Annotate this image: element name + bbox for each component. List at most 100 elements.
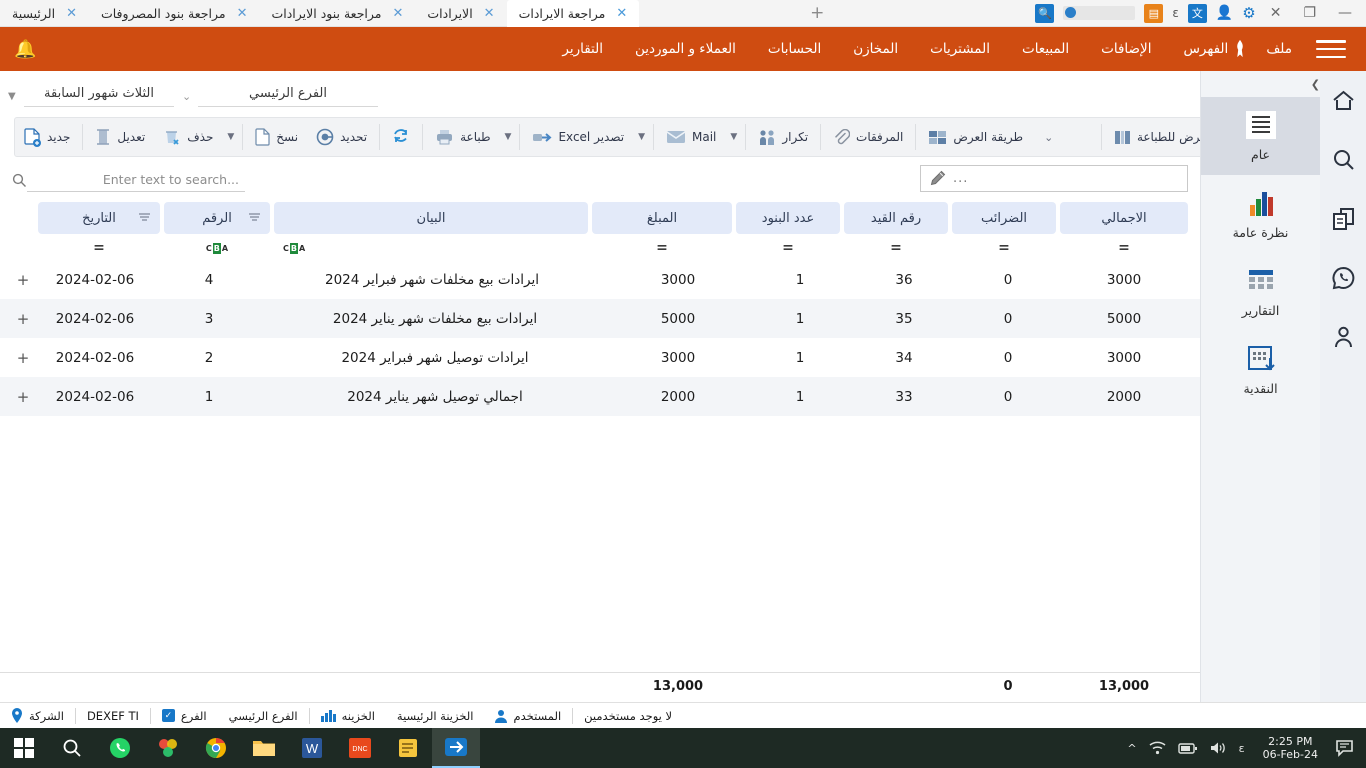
filter-icon[interactable] <box>249 213 260 222</box>
row-expander[interactable]: + <box>12 271 34 289</box>
copy-button[interactable]: نسخ <box>246 120 307 154</box>
close-icon[interactable]: ✕ <box>484 6 495 21</box>
filter-cell-items-count[interactable]: = <box>736 236 840 260</box>
filter-cell-number[interactable]: ABC <box>164 236 270 260</box>
chevron-down-icon[interactable]: ▼ <box>8 91 16 102</box>
taskbar-clock[interactable]: 2:25 PM 06-Feb-24 <box>1257 735 1324 761</box>
tab-el-iradat[interactable]: ✕ الايرادات <box>415 0 506 27</box>
status-company[interactable]: الشركة <box>0 707 75 725</box>
translate-icon[interactable]: 文 <box>1188 4 1207 23</box>
colors-icon[interactable] <box>144 728 192 768</box>
menu-item-reports[interactable]: التقارير <box>546 27 619 71</box>
explorer-icon[interactable] <box>240 728 288 768</box>
notepad-icon[interactable] <box>384 728 432 768</box>
checkbox-icon[interactable]: ✓ <box>162 709 175 722</box>
chevron-down-icon[interactable]: ▼ <box>500 120 517 154</box>
period-input[interactable] <box>24 83 174 107</box>
column-header-items-count[interactable]: عدد البنود <box>736 202 840 234</box>
delete-button[interactable]: حذف <box>154 120 222 154</box>
dnc-icon[interactable]: DNC <box>336 728 384 768</box>
column-header-date[interactable]: التاريخ <box>38 202 160 234</box>
minimize-icon[interactable]: — <box>1338 6 1352 20</box>
search-icon[interactable]: 🔍 <box>1035 4 1054 23</box>
menu-item-purchases[interactable]: المشتريات <box>914 27 1006 71</box>
restore-icon[interactable]: ❐ <box>1303 6 1316 20</box>
battery-icon[interactable] <box>1178 742 1198 755</box>
menu-item-accounts[interactable]: الحسابات <box>752 27 837 71</box>
new-button[interactable]: جديد <box>15 120 79 154</box>
chevron-down-icon[interactable]: ⌄ <box>182 90 191 103</box>
status-treasury[interactable]: الخزينه <box>310 707 386 725</box>
row-expander[interactable]: + <box>12 310 34 328</box>
column-header-amount[interactable]: المبلغ <box>592 202 732 234</box>
table-row[interactable]: + 2024-02-06 4 ايرادات بيع مخلفات شهر فب… <box>0 260 1200 299</box>
volume-icon[interactable] <box>1210 741 1227 755</box>
refresh-button[interactable] <box>383 120 419 154</box>
menu-item-index[interactable]: الفهرس <box>1167 27 1230 71</box>
period-select[interactable]: ▼ <box>24 82 174 107</box>
whatsapp-icon[interactable] <box>1320 248 1366 307</box>
grid-search[interactable] <box>12 169 252 192</box>
settings-gear-icon[interactable]: ⚙ <box>1242 4 1255 22</box>
branch-input[interactable] <box>198 83 378 107</box>
status-user[interactable]: المستخدم <box>484 707 572 725</box>
menu-item-customers-suppliers[interactable]: العملاء و الموردين <box>619 27 752 71</box>
epsilon-icon[interactable]: ε <box>1172 6 1179 20</box>
notification-icon[interactable] <box>1336 739 1356 757</box>
home-icon[interactable] <box>1320 71 1366 130</box>
toolbar-collapse-button[interactable]: ⌄ <box>1032 131 1065 144</box>
column-header-description[interactable]: البيان <box>274 202 588 234</box>
column-header-tax[interactable]: الضرائب <box>952 202 1056 234</box>
table-row[interactable]: + 2024-02-06 2 ايرادات توصيل شهر فبراير … <box>0 338 1200 377</box>
sidebar-item-general[interactable]: عام <box>1201 97 1320 175</box>
contact-icon[interactable]: 👤 <box>1216 5 1233 21</box>
column-header-number[interactable]: الرقم <box>164 202 270 234</box>
side-panel-collapse[interactable]: ❯ <box>1201 71 1320 97</box>
menu-item-sales[interactable]: المبيعات <box>1006 27 1085 71</box>
orange-doc-icon[interactable]: ▤ <box>1144 4 1163 23</box>
column-header-total[interactable]: الاجمالي <box>1060 202 1188 234</box>
menu-item-file[interactable]: ملف <box>1250 27 1308 71</box>
row-expander[interactable]: + <box>12 349 34 367</box>
word-icon[interactable]: W <box>288 728 336 768</box>
tab-muraja3a-bonoud-el-iradat[interactable]: ✕ مراجعة بنود الايرادات <box>259 0 415 27</box>
note-field[interactable]: ... <box>920 165 1188 192</box>
chevron-down-icon[interactable]: ▼ <box>222 120 239 154</box>
tray-chevron-icon[interactable]: ^ <box>1127 742 1136 755</box>
sidebar-item-reports[interactable]: التقارير <box>1201 253 1320 331</box>
filter-cell-amount[interactable]: = <box>592 236 732 260</box>
filter-cell-date[interactable]: = <box>38 236 160 260</box>
menu-icon[interactable] <box>1316 40 1346 58</box>
mail-button[interactable]: Mail <box>657 120 725 154</box>
close-icon[interactable]: ✕ <box>393 6 404 21</box>
view-mode-button[interactable]: طريقة العرض <box>919 120 1032 154</box>
dexef-icon[interactable] <box>432 728 480 768</box>
filter-cell-description[interactable]: ABC <box>274 236 588 260</box>
wifi-icon[interactable] <box>1149 741 1166 755</box>
sidebar-item-overview[interactable]: نظرة عامة <box>1201 175 1320 253</box>
search-icon[interactable] <box>1320 130 1366 189</box>
ime-indicator[interactable]: ε <box>1239 742 1245 755</box>
search-icon[interactable] <box>48 728 96 768</box>
search-input[interactable] <box>27 169 245 192</box>
column-header-entry-number[interactable]: رقم القيد <box>844 202 948 234</box>
tab-muraja3a-bonoud-el-masroufat[interactable]: ✕ مراجعة بنود المصروفات <box>89 0 260 27</box>
row-expander[interactable]: + <box>12 388 34 406</box>
filter-icon[interactable] <box>139 213 150 222</box>
duplicate-button[interactable]: تكرار <box>749 120 817 154</box>
edit-button[interactable]: تعديل <box>86 120 154 154</box>
person-icon[interactable] <box>1320 307 1366 366</box>
select-button[interactable]: تحديد <box>307 120 376 154</box>
close-icon[interactable]: ✕ <box>1270 6 1282 20</box>
filter-cell-entry-number[interactable]: = <box>844 236 948 260</box>
filter-cell-tax[interactable]: = <box>952 236 1056 260</box>
close-icon[interactable]: ✕ <box>237 6 248 21</box>
branch-select[interactable]: ⌄ <box>198 82 378 107</box>
sidebar-item-cash[interactable]: النقدية <box>1201 331 1320 409</box>
chevron-down-icon[interactable]: ▼ <box>725 120 742 154</box>
filter-cell-total[interactable]: = <box>1060 236 1188 260</box>
start-icon[interactable] <box>0 728 48 768</box>
status-branch[interactable]: ✓ الفرع <box>151 707 218 725</box>
attachments-button[interactable]: المرفقات <box>824 120 912 154</box>
tab-muraja3a-el-iradat[interactable]: ✕ مراجعة الايرادات <box>507 0 640 27</box>
